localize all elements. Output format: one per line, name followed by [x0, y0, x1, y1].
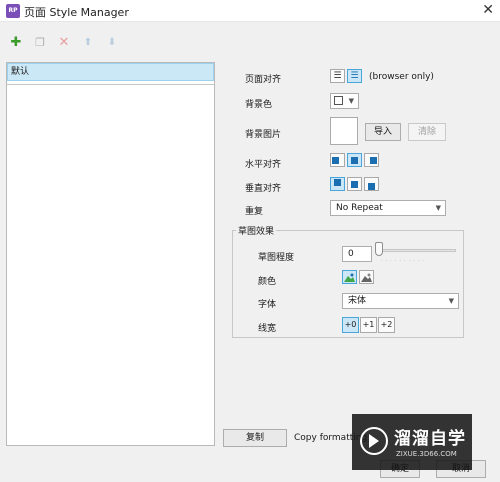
background-color-picker[interactable]: ▼	[330, 93, 359, 109]
page-align-center-button[interactable]: ☰	[347, 69, 362, 83]
vertical-align-toggle	[330, 177, 381, 191]
sketchiness-slider-thumb[interactable]	[375, 242, 383, 256]
left-align-icon: ☰	[333, 70, 342, 81]
page-align-left-button[interactable]: ☰	[330, 69, 345, 83]
list-divider	[7, 84, 214, 85]
line-width-plus2-button[interactable]: +2	[378, 317, 395, 333]
sketchiness-label: 草图程度	[258, 253, 295, 263]
background-image-label: 背景图片	[245, 130, 282, 140]
v-align-top-button[interactable]	[330, 177, 345, 191]
h-align-right-button[interactable]	[364, 153, 379, 167]
app-icon: RP	[6, 4, 20, 18]
repeat-label: 重复	[245, 207, 264, 217]
align-center-icon	[351, 156, 358, 164]
align-left-icon	[332, 156, 339, 164]
grayscale-mode-button[interactable]	[359, 270, 374, 284]
chevron-down-icon: ▼	[435, 204, 441, 212]
clear-image-button[interactable]: 清除	[408, 123, 446, 141]
sketch-color-toggle	[342, 270, 376, 284]
sketchiness-slider-track[interactable]	[378, 249, 456, 252]
color-mode-button[interactable]	[342, 270, 357, 284]
center-align-icon: ☰	[350, 70, 359, 81]
line-width-plus1-button[interactable]: +1	[360, 317, 377, 333]
duplicate-style-button[interactable]: ❐	[32, 34, 48, 52]
move-down-button[interactable]: ⬇	[104, 34, 120, 52]
sketchiness-input[interactable]: 0	[342, 246, 372, 262]
v-align-bottom-button[interactable]	[364, 177, 379, 191]
play-icon	[369, 434, 379, 448]
grayscale-image-icon	[361, 273, 372, 282]
move-up-button[interactable]: ⬆	[80, 34, 96, 52]
h-align-center-button[interactable]	[347, 153, 362, 167]
line-width-label: 线宽	[258, 324, 277, 334]
sketchiness-value: 0	[348, 249, 354, 259]
watermark-title: 溜溜自学	[394, 429, 466, 449]
sketch-effects-title: 草图效果	[236, 224, 277, 237]
sketch-font-label: 字体	[258, 300, 277, 310]
color-swatch-icon	[334, 96, 343, 105]
h-align-left-button[interactable]	[330, 153, 345, 167]
window-title: 页面 Style Manager	[24, 6, 129, 19]
import-image-button[interactable]: 导入	[365, 123, 401, 141]
slider-ticks: ··········	[381, 258, 427, 264]
align-middle-icon	[351, 180, 358, 188]
background-color-label: 背景色	[245, 100, 273, 110]
align-right-icon	[370, 156, 377, 164]
watermark-subtitle: ZIXUE.3D66.COM	[396, 450, 457, 458]
align-top-icon	[334, 178, 341, 186]
style-toolbar: ✚ ❐ ✕ ⬆ ⬇	[0, 34, 220, 54]
copy-button[interactable]: 复制	[223, 429, 287, 447]
delete-style-button[interactable]: ✕	[56, 34, 72, 52]
vertical-align-label: 垂直对齐	[245, 184, 282, 194]
horizontal-align-label: 水平对齐	[245, 160, 282, 170]
horizontal-align-toggle	[330, 153, 381, 167]
align-bottom-icon	[368, 182, 375, 190]
chevron-down-icon: ▼	[348, 97, 354, 105]
sketch-font-value: 宋体	[348, 296, 367, 306]
color-image-icon	[344, 273, 355, 282]
chevron-down-icon: ▼	[448, 297, 454, 305]
add-style-button[interactable]: ✚	[8, 34, 24, 52]
repeat-select[interactable]: No Repeat ▼	[330, 200, 446, 216]
close-icon[interactable]: ✕	[482, 2, 494, 18]
sketch-color-label: 颜色	[258, 277, 277, 287]
list-item[interactable]: 默认	[7, 63, 214, 81]
title-bar: RP 页面 Style Manager ✕	[0, 0, 500, 22]
line-width-plus0-button[interactable]: +0	[342, 317, 359, 333]
image-preview[interactable]	[330, 117, 358, 145]
style-list[interactable]: 默认	[6, 62, 215, 446]
page-align-toggle: ☰ ☰	[330, 69, 364, 83]
repeat-value: No Repeat	[336, 203, 383, 213]
watermark-overlay: 溜溜自学 ZIXUE.3D66.COM	[352, 414, 472, 470]
sketch-font-select[interactable]: 宋体 ▼	[342, 293, 459, 309]
page-align-label: 页面对齐	[245, 75, 282, 85]
browser-only-note: (browser only)	[369, 72, 434, 82]
v-align-middle-button[interactable]	[347, 177, 362, 191]
